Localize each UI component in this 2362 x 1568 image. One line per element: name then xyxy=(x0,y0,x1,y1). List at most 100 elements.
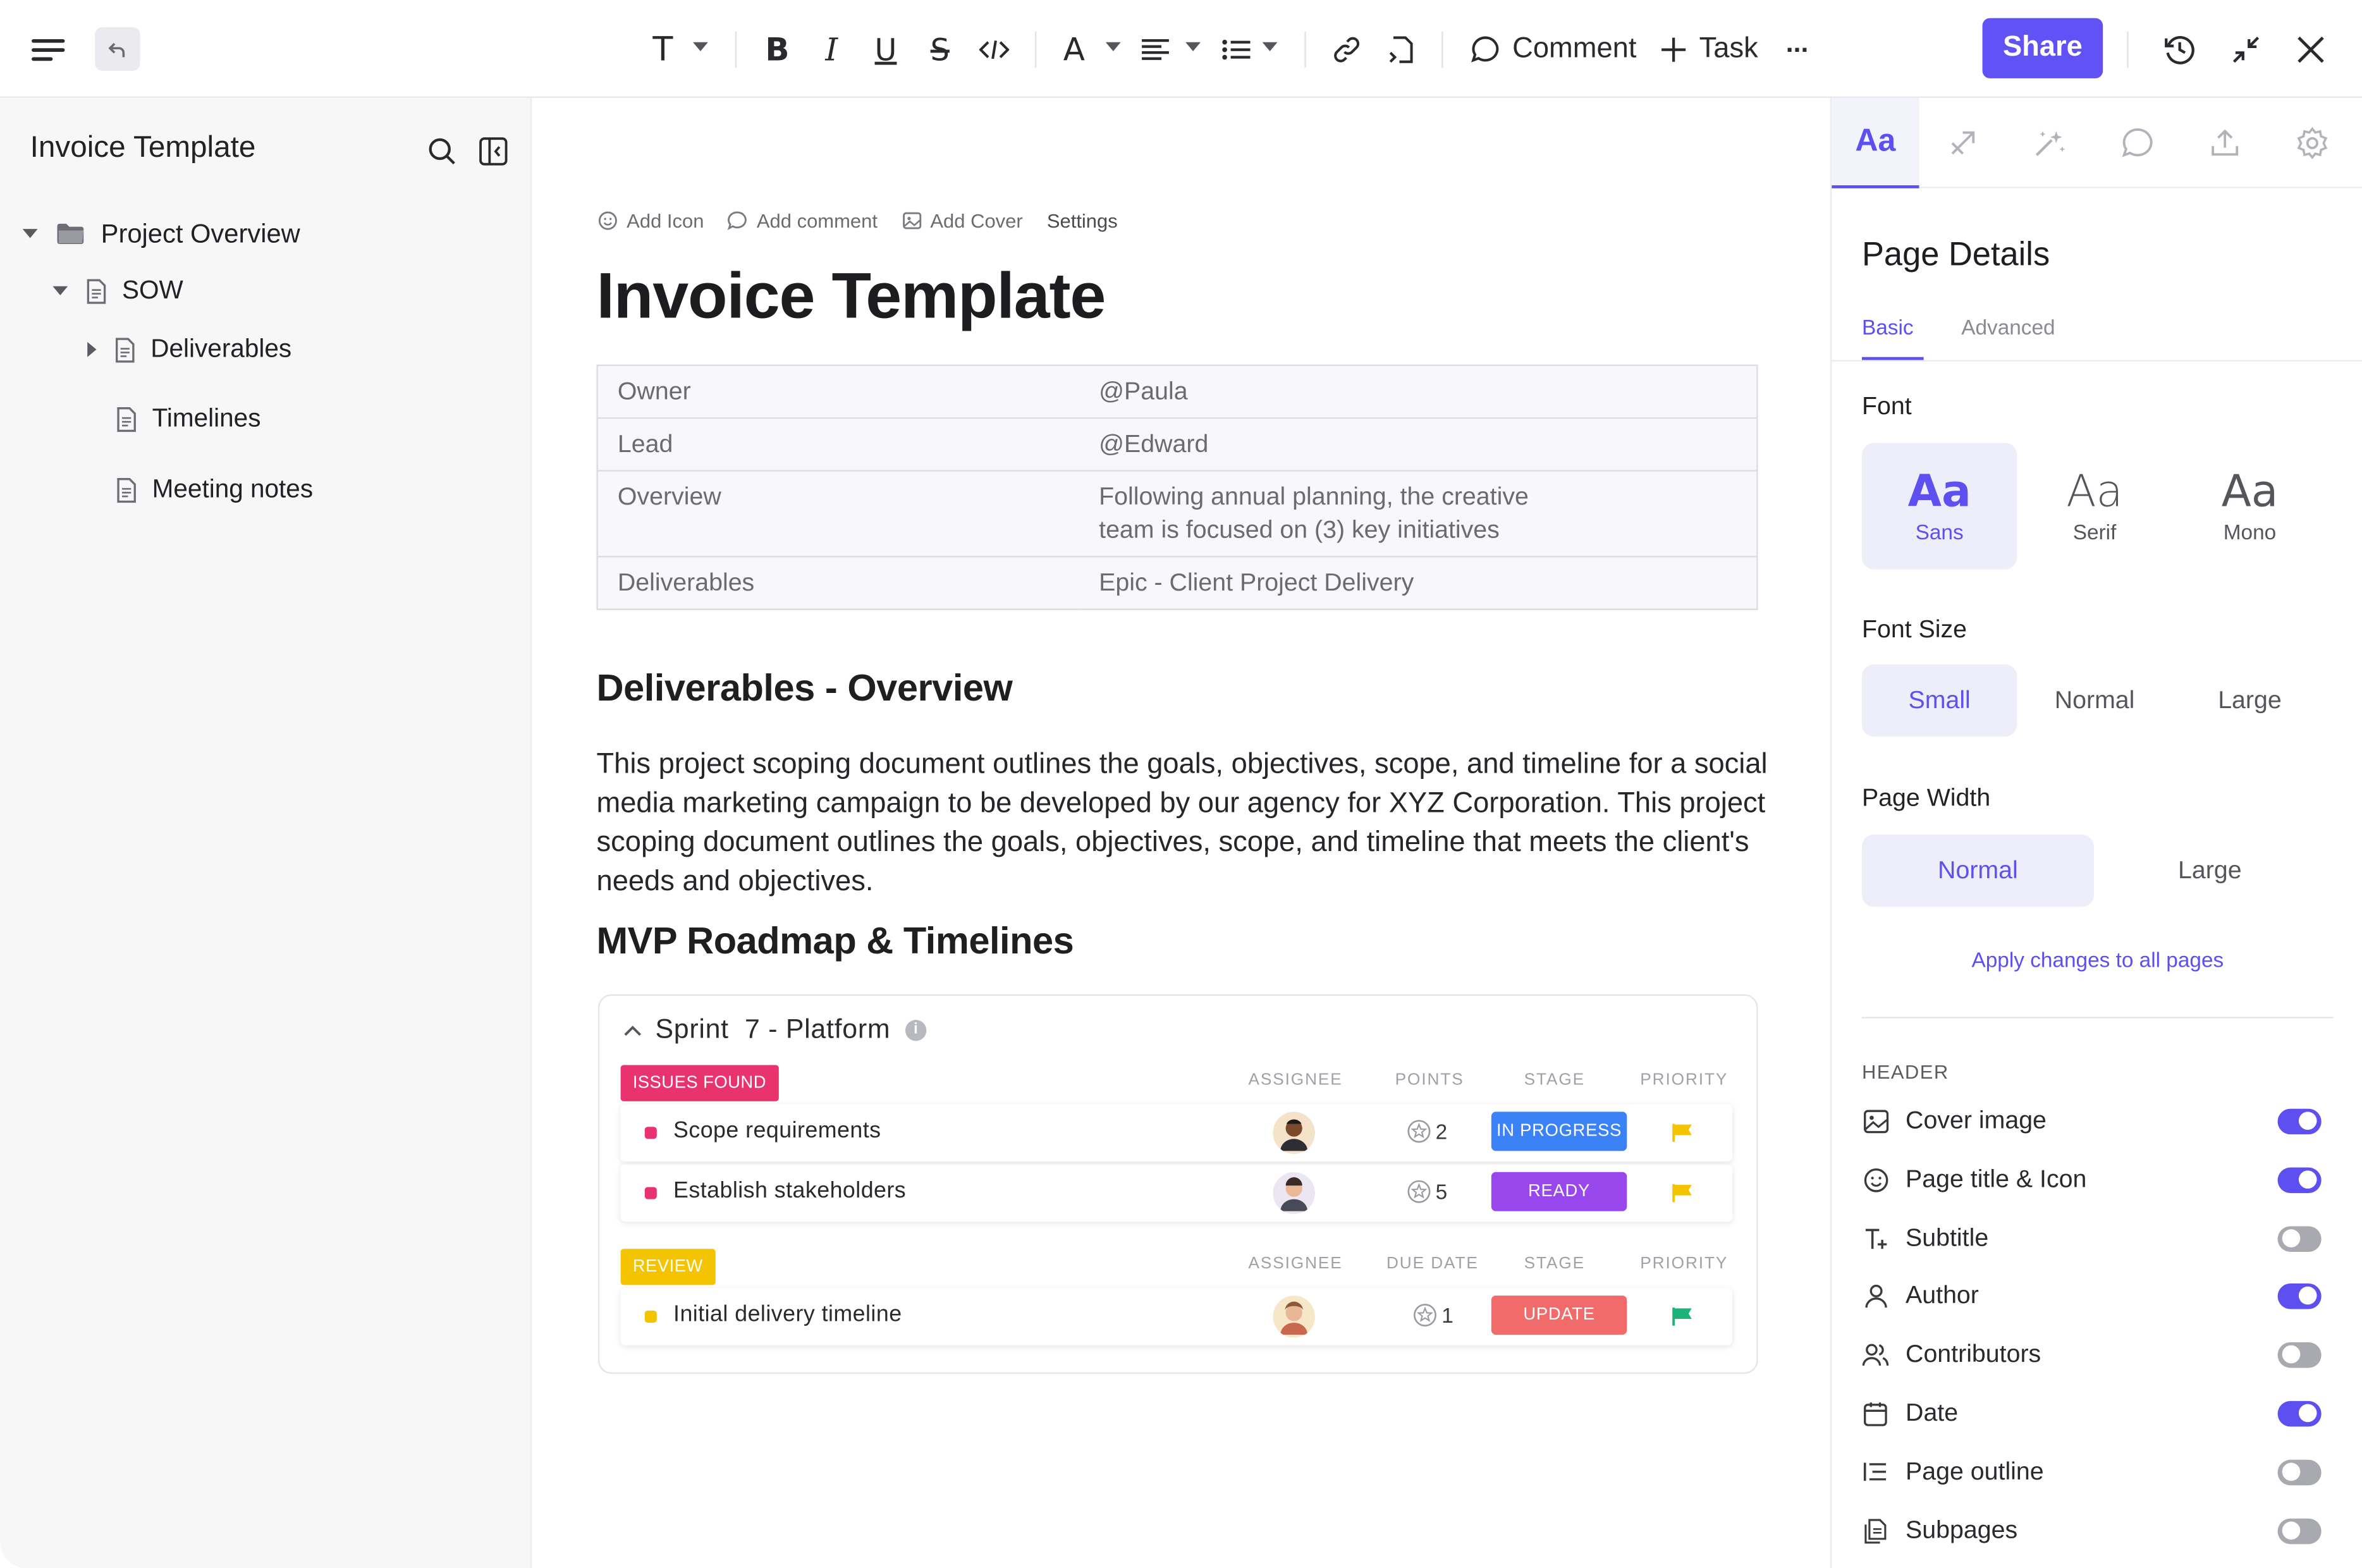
font-size-section-label: Font Size xyxy=(1861,616,1967,644)
page-title[interactable]: Invoice Template xyxy=(597,260,1106,334)
priority-flag-icon[interactable] xyxy=(1672,1306,1693,1327)
settings-link[interactable]: Settings xyxy=(1047,209,1118,232)
toggle-switch[interactable] xyxy=(2277,1167,2322,1192)
collapse-icon xyxy=(2232,37,2260,63)
toggle-switch[interactable] xyxy=(2277,1282,2322,1309)
task-name[interactable]: Initial delivery timeline xyxy=(673,1302,902,1328)
toggle-switch[interactable] xyxy=(2277,1108,2322,1134)
toggle-row-subtitle[interactable]: Subtitle xyxy=(1862,1219,2322,1258)
toggle-switch[interactable] xyxy=(2277,1517,2322,1544)
sidebar-search-button[interactable] xyxy=(425,134,458,167)
code-button[interactable] xyxy=(976,27,1012,72)
avatar[interactable] xyxy=(1273,1172,1316,1215)
avatar[interactable] xyxy=(1273,1295,1316,1338)
priority-flag-icon[interactable] xyxy=(1672,1122,1693,1143)
align-caret-icon[interactable] xyxy=(1185,42,1201,52)
font-color-caret-icon[interactable] xyxy=(1105,42,1121,52)
close-button[interactable] xyxy=(2292,27,2328,72)
font-size-normal[interactable]: Normal xyxy=(2017,665,2172,737)
add-icon-button[interactable]: Add Icon xyxy=(598,209,704,232)
align-button[interactable] xyxy=(1139,27,1172,72)
priority-flag-icon[interactable] xyxy=(1672,1182,1693,1203)
strikethrough-button[interactable]: S xyxy=(924,27,957,72)
subtab-basic[interactable]: Basic xyxy=(1862,315,1914,339)
page-width-large[interactable]: Large xyxy=(2094,835,2326,907)
tab-share[interactable] xyxy=(2181,98,2268,188)
task-name[interactable]: Scope requirements xyxy=(673,1118,881,1144)
page-width-normal[interactable]: Normal xyxy=(1861,834,2094,907)
strikethrough-icon: S xyxy=(930,32,950,68)
task-name[interactable]: Establish stakeholders xyxy=(673,1178,906,1204)
history-button[interactable] xyxy=(2162,27,2198,72)
embed-button[interactable] xyxy=(1385,27,1417,72)
tree-item-timelines[interactable]: Timelines xyxy=(116,396,260,441)
task-row[interactable]: Initial delivery timeline 1 UPDATE xyxy=(620,1288,1733,1345)
toggle-switch[interactable] xyxy=(2277,1341,2322,1368)
font-option-sans[interactable]: Aa Sans xyxy=(1861,443,2017,570)
tab-ai[interactable] xyxy=(2007,98,2094,188)
property-value[interactable]: Following annual planning, the creative … xyxy=(1080,470,1758,557)
stage-pill[interactable]: UPDATE xyxy=(1491,1295,1627,1335)
text-style-button[interactable]: T xyxy=(648,27,678,72)
tree-item-deliverables[interactable]: Deliverables xyxy=(87,327,291,372)
tab-typography[interactable]: Aa xyxy=(1832,97,1919,188)
typography-tab-label: Aa xyxy=(1855,123,1896,159)
status-badge[interactable]: ISSUES FOUND xyxy=(620,1065,779,1101)
text-style-caret-icon[interactable] xyxy=(693,42,708,52)
tab-relationships[interactable] xyxy=(1919,98,2007,188)
stage-pill[interactable]: IN PROGRESS xyxy=(1491,1112,1627,1151)
sprint-header[interactable]: Sprint 7 - Platform i xyxy=(623,1014,927,1046)
toggle-row-subpages[interactable]: Subpages xyxy=(1862,1511,2322,1550)
font-color-button[interactable]: A xyxy=(1059,27,1089,72)
toggle-row-page-outline[interactable]: Page outline xyxy=(1862,1452,2322,1491)
toggle-row-cover-image[interactable]: Cover image xyxy=(1862,1101,2322,1141)
chevron-up-icon[interactable] xyxy=(623,1024,642,1036)
tree-item-project-overview[interactable]: Project Overview xyxy=(22,211,300,256)
collapsed-caret-icon[interactable] xyxy=(87,341,97,357)
menu-icon[interactable] xyxy=(30,27,66,72)
toggle-row-page-title[interactable]: Page title & Icon xyxy=(1862,1160,2322,1199)
toggle-switch[interactable] xyxy=(2277,1225,2322,1251)
toggle-row-author[interactable]: Author xyxy=(1862,1276,2322,1315)
undo-button[interactable] xyxy=(95,27,140,71)
add-cover-button[interactable]: Add Cover xyxy=(902,209,1023,232)
underline-button[interactable]: U xyxy=(869,27,902,72)
comment-button[interactable]: Comment xyxy=(1470,27,1636,72)
italic-button[interactable]: I xyxy=(815,27,848,72)
bold-button[interactable]: B xyxy=(761,27,793,72)
font-option-mono[interactable]: Aa Mono xyxy=(2172,443,2327,570)
sidebar-collapse-button[interactable] xyxy=(476,134,509,167)
task-row[interactable]: Scope requirements 2 IN PROGRESS xyxy=(620,1104,1733,1162)
toggle-switch[interactable] xyxy=(2277,1400,2322,1426)
tab-settings[interactable] xyxy=(2268,98,2356,188)
link-button[interactable] xyxy=(1330,27,1363,72)
expand-caret-icon[interactable] xyxy=(52,286,68,295)
add-comment-button[interactable]: Add comment xyxy=(728,209,878,232)
avatar[interactable] xyxy=(1273,1112,1316,1155)
info-icon[interactable]: i xyxy=(905,1019,927,1041)
font-option-serif[interactable]: Aa Serif xyxy=(2017,443,2172,570)
property-value[interactable]: Epic - Client Project Delivery xyxy=(1080,556,1758,609)
tree-item-sow[interactable]: SOW xyxy=(52,268,183,313)
font-size-small[interactable]: Small xyxy=(1861,664,2017,737)
list-caret-icon[interactable] xyxy=(1262,42,1278,52)
collapse-button[interactable] xyxy=(2228,27,2264,72)
subtab-advanced[interactable]: Advanced xyxy=(1961,315,2055,339)
list-button[interactable] xyxy=(1219,27,1252,72)
toggle-row-contributors[interactable]: Contributors xyxy=(1862,1335,2322,1374)
apply-all-pages-link[interactable]: Apply changes to all pages xyxy=(1832,948,2362,972)
share-button[interactable]: Share xyxy=(1982,18,2103,78)
expand-caret-icon[interactable] xyxy=(22,229,38,238)
stage-pill[interactable]: READY xyxy=(1491,1172,1627,1211)
task-row[interactable]: Establish stakeholders 5 READY xyxy=(620,1164,1733,1222)
more-button[interactable]: ··· xyxy=(1780,27,1813,72)
property-value[interactable]: @Edward xyxy=(1080,417,1758,471)
status-badge[interactable]: REVIEW xyxy=(620,1249,715,1285)
property-value[interactable]: @Paula xyxy=(1081,365,1758,418)
tab-comments[interactable] xyxy=(2094,98,2181,188)
toggle-row-date[interactable]: Date xyxy=(1862,1393,2322,1433)
toggle-switch[interactable] xyxy=(2277,1459,2322,1485)
font-size-large[interactable]: Large xyxy=(2172,665,2327,737)
tree-item-meeting-notes[interactable]: Meeting notes xyxy=(116,467,313,512)
task-button[interactable]: Task xyxy=(1660,27,1758,72)
